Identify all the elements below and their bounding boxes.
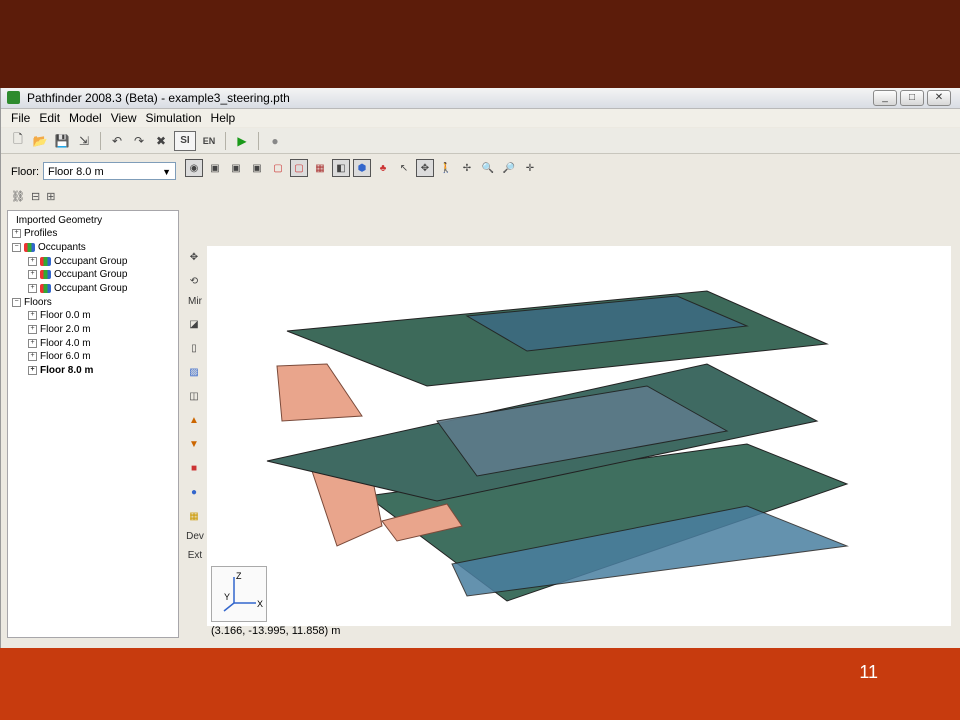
slide-bottom-band bbox=[0, 648, 960, 720]
delete-icon[interactable]: ✖ bbox=[152, 132, 170, 150]
render-icon[interactable]: ⬢ bbox=[353, 159, 371, 177]
menu-view[interactable]: View bbox=[111, 109, 137, 127]
new-file-icon[interactable]: 🗋 bbox=[9, 132, 27, 150]
tree-item-imported-geometry[interactable]: Imported Geometry bbox=[16, 214, 102, 227]
shade-icon[interactable]: ◧ bbox=[332, 159, 350, 177]
3d-viewport[interactable] bbox=[207, 246, 951, 626]
occupant-display-icon[interactable]: ♣ bbox=[374, 159, 392, 177]
tree-item-profiles[interactable]: + Profiles bbox=[12, 227, 57, 240]
run-simulation-icon[interactable]: ▶ bbox=[233, 132, 251, 150]
texture-icon[interactable]: ▦ bbox=[311, 159, 329, 177]
door-icon[interactable]: ▯ bbox=[185, 339, 203, 357]
floor-label: Floor: bbox=[11, 166, 40, 178]
close-button[interactable]: ✕ bbox=[927, 90, 951, 106]
walk-icon[interactable]: 🚶 bbox=[437, 159, 455, 177]
elevator-icon[interactable]: ◫ bbox=[185, 387, 203, 405]
open-folder-icon[interactable]: 📂 bbox=[31, 132, 49, 150]
tree-item-floor[interactable]: + Floor 0.0 m bbox=[28, 309, 91, 322]
menu-file[interactable]: File bbox=[11, 109, 30, 127]
tree-item-occupant-group[interactable]: + Occupant Group bbox=[28, 255, 127, 268]
solid-icon[interactable]: ▢ bbox=[290, 159, 308, 177]
menu-simulation[interactable]: Simulation bbox=[146, 109, 202, 127]
occupant-group-icon bbox=[40, 256, 51, 266]
main-toolbar: 🗋 📂 💾 ⇲ ↶ ↷ ✖ SI EN ▶ ● bbox=[1, 128, 960, 154]
axis-x-label: X bbox=[257, 599, 263, 609]
occupant-group-icon bbox=[40, 269, 51, 279]
axis-z-label: Z bbox=[236, 571, 242, 581]
orbit-icon[interactable]: ✥ bbox=[416, 159, 434, 177]
mirror-label[interactable]: Mir bbox=[185, 296, 205, 307]
menu-bar: File Edit Model View Simulation Help bbox=[1, 109, 960, 127]
slide-top-band bbox=[0, 0, 960, 88]
tree-item-floors[interactable]: − Floors bbox=[12, 296, 52, 309]
occupant-add-icon[interactable]: ● bbox=[185, 483, 203, 501]
dev-label[interactable]: Dev bbox=[185, 531, 205, 542]
stair-icon[interactable]: ▨ bbox=[185, 363, 203, 381]
view-toolbar: ◉ ▣ ▣ ▣ ▢ ▢ ▦ ◧ ⬢ ♣ ↖ ✥ 🚶 ✢ 🔍 🔎 ✛ bbox=[185, 158, 539, 178]
floor-select-value: Floor 8.0 m bbox=[48, 166, 104, 178]
tree-item-occupants[interactable]: − Occupants bbox=[12, 241, 86, 254]
side-toolbar: ✥ ⟲ Mir ◪ ▯ ▨ ◫ ▲ ▼ ■ ● ▦ Dev Ext bbox=[185, 248, 205, 569]
stair-plane bbox=[276, 363, 363, 422]
top-view-icon[interactable]: ▣ bbox=[206, 159, 224, 177]
occupant-group-icon bbox=[40, 283, 51, 293]
coordinate-readout: (3.166, -13.995, 11.858) m bbox=[211, 625, 341, 637]
stop-icon[interactable]: ● bbox=[266, 132, 284, 150]
window-title: Pathfinder 2008.3 (Beta) - example3_stee… bbox=[27, 91, 290, 105]
left-panel: Floor: Floor 8.0 m ▼ ⛓ ⊟ ⊞ Imported Geom… bbox=[7, 158, 179, 640]
move-icon[interactable]: ✥ bbox=[185, 248, 203, 266]
chevron-down-icon: ▼ bbox=[162, 167, 171, 177]
tree-item-floor[interactable]: + Floor 2.0 m bbox=[28, 323, 91, 336]
link-icon[interactable]: ⛓ bbox=[11, 190, 25, 206]
maximize-button[interactable]: □ bbox=[900, 90, 924, 106]
tree-item-occupant-group[interactable]: + Occupant Group bbox=[28, 282, 127, 295]
zoom-box-icon[interactable]: 🔎 bbox=[500, 159, 518, 177]
units-si-button[interactable]: SI bbox=[174, 130, 196, 151]
menu-help[interactable]: Help bbox=[211, 109, 236, 127]
tree-toolbar: ⛓ ⊟ ⊞ bbox=[11, 190, 55, 206]
floor-down-icon[interactable]: ▼ bbox=[185, 435, 203, 453]
wireframe-icon[interactable]: ▢ bbox=[269, 159, 287, 177]
app-window: Pathfinder 2008.3 (Beta) - example3_stee… bbox=[0, 88, 960, 648]
perspective-view-icon[interactable]: ◉ bbox=[185, 159, 203, 177]
redo-icon[interactable]: ↷ bbox=[130, 132, 148, 150]
menu-model[interactable]: Model bbox=[69, 109, 102, 127]
units-en-button[interactable]: EN bbox=[200, 132, 218, 150]
room-icon[interactable]: ◪ bbox=[185, 315, 203, 333]
tree-item-floor[interactable]: + Floor 6.0 m bbox=[28, 350, 91, 363]
tree-item-floor[interactable]: + Floor 4.0 m bbox=[28, 337, 91, 350]
center-icon[interactable]: ✛ bbox=[521, 159, 539, 177]
title-bar: Pathfinder 2008.3 (Beta) - example3_stee… bbox=[1, 88, 960, 109]
pan-icon[interactable]: ✢ bbox=[458, 159, 476, 177]
occupants-icon bbox=[24, 242, 35, 252]
collapse-icon[interactable]: ⊟ bbox=[31, 190, 40, 206]
floor-up-icon[interactable]: ▲ bbox=[185, 411, 203, 429]
rotate-icon[interactable]: ⟲ bbox=[185, 272, 203, 290]
ext-label[interactable]: Ext bbox=[185, 550, 205, 561]
slide-number: 11 bbox=[859, 662, 878, 682]
navigation-tree: Imported Geometry + Profiles − Occupants +… bbox=[7, 210, 179, 638]
undo-icon[interactable]: ↶ bbox=[108, 132, 126, 150]
front-view-icon[interactable]: ▣ bbox=[227, 159, 245, 177]
occupant-box-icon[interactable]: ■ bbox=[185, 459, 203, 477]
building-model bbox=[266, 290, 849, 602]
tree-item-floor-selected[interactable]: + Floor 8.0 m bbox=[28, 364, 93, 377]
zoom-icon[interactable]: 🔍 bbox=[479, 159, 497, 177]
minimize-button[interactable]: _ bbox=[873, 90, 897, 106]
app-logo-icon bbox=[7, 91, 20, 104]
import-icon[interactable]: ⇲ bbox=[75, 132, 93, 150]
tree-item-occupant-group[interactable]: + Occupant Group bbox=[28, 268, 127, 281]
menu-edit[interactable]: Edit bbox=[39, 109, 60, 127]
select-pointer-icon[interactable]: ↖ bbox=[395, 159, 413, 177]
floor-select[interactable]: Floor 8.0 m ▼ bbox=[43, 162, 176, 180]
save-icon[interactable]: 💾 bbox=[53, 132, 71, 150]
axes-indicator: Z X Y bbox=[211, 566, 267, 622]
occupant-group-tool-icon[interactable]: ▦ bbox=[185, 507, 203, 525]
side-view-icon[interactable]: ▣ bbox=[248, 159, 266, 177]
axis-y-label: Y bbox=[224, 592, 230, 602]
expand-icon[interactable]: ⊞ bbox=[46, 190, 55, 206]
